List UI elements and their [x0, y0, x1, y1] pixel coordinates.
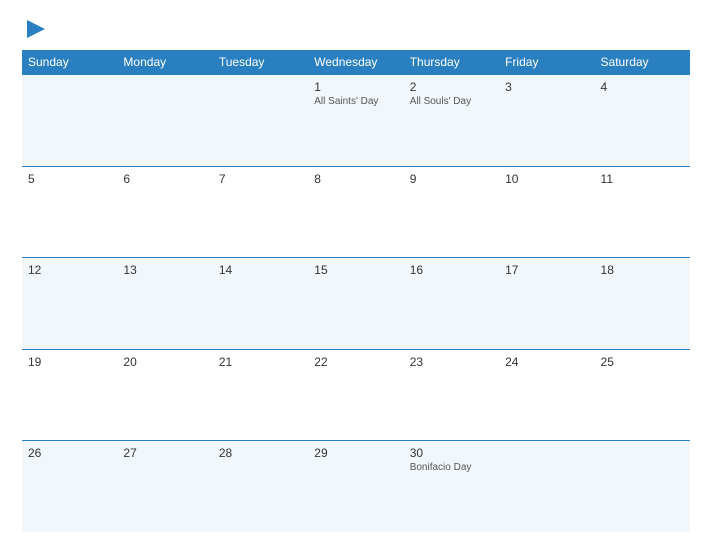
day-number: 27 — [123, 446, 206, 460]
header — [22, 18, 690, 40]
day-number: 26 — [28, 446, 111, 460]
calendar-week-row: 1 All Saints' Day 2 All Souls' Day 34 — [22, 75, 690, 167]
col-header-friday: Friday — [499, 50, 594, 75]
calendar-cell — [22, 75, 117, 167]
col-header-thursday: Thursday — [404, 50, 499, 75]
day-number: 11 — [601, 172, 684, 186]
calendar-cell: 5 — [22, 166, 117, 258]
col-header-monday: Monday — [117, 50, 212, 75]
col-header-saturday: Saturday — [595, 50, 690, 75]
holiday-label: All Saints' Day — [314, 96, 397, 107]
day-number: 17 — [505, 263, 588, 277]
day-number: 28 — [219, 446, 302, 460]
day-number: 25 — [601, 355, 684, 369]
day-number: 19 — [28, 355, 111, 369]
calendar-cell — [595, 441, 690, 533]
calendar-cell: 19 — [22, 349, 117, 441]
calendar-cell: 14 — [213, 258, 308, 350]
day-number: 18 — [601, 263, 684, 277]
calendar-cell: 6 — [117, 166, 212, 258]
day-number: 24 — [505, 355, 588, 369]
day-number: 13 — [123, 263, 206, 277]
day-number: 6 — [123, 172, 206, 186]
day-number: 21 — [219, 355, 302, 369]
calendar-cell: 9 — [404, 166, 499, 258]
day-number: 1 — [314, 80, 397, 94]
calendar-cell: 21 — [213, 349, 308, 441]
calendar-cell: 29 — [308, 441, 403, 533]
calendar-cell: 22 — [308, 349, 403, 441]
holiday-label: All Souls' Day — [410, 96, 493, 107]
calendar-cell: 26 — [22, 441, 117, 533]
calendar-cell: 4 — [595, 75, 690, 167]
calendar-week-row: 26 27 28 29 30 Bonifacio Day — [22, 441, 690, 533]
calendar-week-row: 56789 10 11 — [22, 166, 690, 258]
day-number: 8 — [314, 172, 397, 186]
calendar-cell: 25 — [595, 349, 690, 441]
day-number: 15 — [314, 263, 397, 277]
day-number: 3 — [505, 80, 588, 94]
calendar-cell: 1 All Saints' Day — [308, 75, 403, 167]
calendar-week-row: 12 13 14 15 16 17 18 — [22, 258, 690, 350]
calendar-cell: 13 — [117, 258, 212, 350]
calendar-cell: 7 — [213, 166, 308, 258]
calendar-cell — [117, 75, 212, 167]
col-header-tuesday: Tuesday — [213, 50, 308, 75]
day-number: 12 — [28, 263, 111, 277]
calendar-cell: 16 — [404, 258, 499, 350]
day-number: 22 — [314, 355, 397, 369]
calendar-cell: 17 — [499, 258, 594, 350]
calendar-cell: 2 All Souls' Day — [404, 75, 499, 167]
col-header-wednesday: Wednesday — [308, 50, 403, 75]
day-number: 30 — [410, 446, 493, 460]
calendar-cell: 3 — [499, 75, 594, 167]
calendar-cell: 20 — [117, 349, 212, 441]
day-number: 2 — [410, 80, 493, 94]
calendar-cell: 28 — [213, 441, 308, 533]
day-number: 29 — [314, 446, 397, 460]
day-number: 20 — [123, 355, 206, 369]
calendar-cell: 12 — [22, 258, 117, 350]
logo-flag-icon — [25, 18, 47, 40]
calendar-cell: 30 Bonifacio Day — [404, 441, 499, 533]
holiday-label: Bonifacio Day — [410, 462, 493, 473]
calendar-cell: 15 — [308, 258, 403, 350]
calendar-cell: 8 — [308, 166, 403, 258]
day-number: 7 — [219, 172, 302, 186]
calendar-page: SundayMondayTuesdayWednesdayThursdayFrid… — [0, 0, 712, 550]
day-number: 9 — [410, 172, 493, 186]
day-number: 16 — [410, 263, 493, 277]
col-header-sunday: Sunday — [22, 50, 117, 75]
calendar-week-row: 19 20 21 22 23 24 25 — [22, 349, 690, 441]
day-number: 14 — [219, 263, 302, 277]
calendar-cell: 11 — [595, 166, 690, 258]
calendar-cell — [213, 75, 308, 167]
calendar-cell: 27 — [117, 441, 212, 533]
calendar-header-row: SundayMondayTuesdayWednesdayThursdayFrid… — [22, 50, 690, 75]
logo — [22, 18, 47, 40]
day-number: 23 — [410, 355, 493, 369]
calendar-table: SundayMondayTuesdayWednesdayThursdayFrid… — [22, 50, 690, 532]
calendar-cell: 18 — [595, 258, 690, 350]
calendar-cell: 10 — [499, 166, 594, 258]
calendar-cell: 23 — [404, 349, 499, 441]
day-number: 4 — [601, 80, 684, 94]
calendar-cell: 24 — [499, 349, 594, 441]
day-number: 10 — [505, 172, 588, 186]
day-number: 5 — [28, 172, 111, 186]
calendar-cell — [499, 441, 594, 533]
